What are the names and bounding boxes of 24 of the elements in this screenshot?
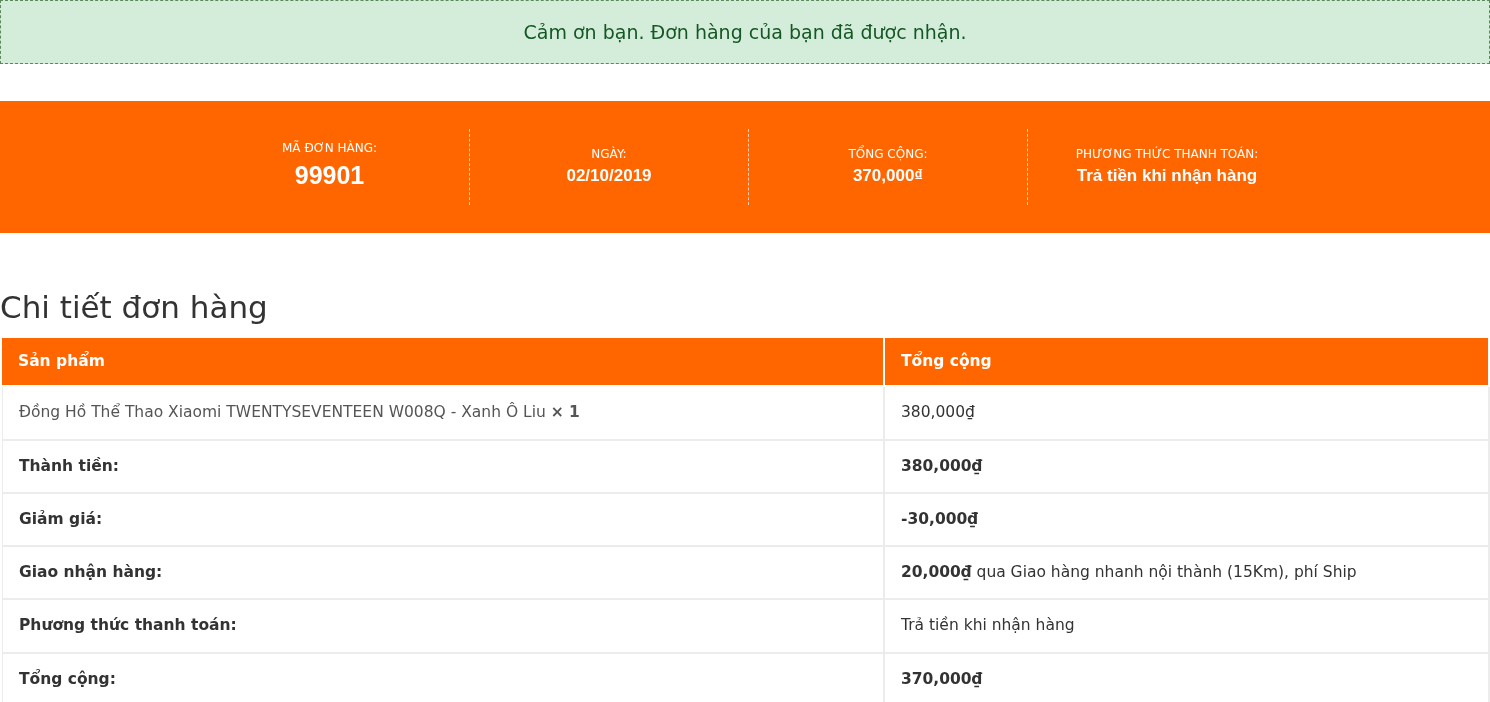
- summary-label: Giao nhận hàng:: [2, 547, 885, 601]
- overview-label: MÃ ĐƠN HÀNG:: [282, 139, 377, 158]
- amount-cell: 370,000₫: [885, 653, 1490, 702]
- amount-cell: 380,000₫: [885, 440, 1490, 494]
- amount-cell: Trả tiền khi nhận hàng: [885, 600, 1490, 654]
- overview-label: NGÀY:: [591, 145, 627, 164]
- order-received-notice: Cảm ơn bạn. Đơn hàng của bạn đã được nhận.: [0, 0, 1490, 64]
- summary-label: Giảm giá:: [2, 493, 885, 548]
- amount-cell: 20,000₫ qua Giao hàng nhanh nội thành (15Km), phí Ship: [885, 547, 1490, 601]
- summary-label: Phương thức thanh toán:: [2, 600, 885, 654]
- product-cell: Đồng Hồ Thể Thao Xiaomi TWENTYSEVENTEEN W008Q - Xanh Ô Liu × 1: [2, 387, 885, 441]
- overview-value: 99901: [294, 160, 365, 192]
- column-header: Sản phẩm: [2, 336, 885, 388]
- overview-value: Trả tiền khi nhận hàng: [1076, 165, 1258, 188]
- amount-cell: -30,000₫: [885, 493, 1490, 548]
- column-header: Tổng cộng: [885, 336, 1490, 388]
- overview-value: 370,000₫: [852, 165, 924, 188]
- overview-label: PHƯƠNG THỨC THANH TOÁN:: [1075, 145, 1259, 164]
- summary-label: Thành tiền:: [2, 440, 885, 494]
- overview-value: 02/10/2019: [566, 165, 652, 188]
- amount-cell: 380,000₫: [885, 387, 1490, 441]
- overview-label: TỔNG CỘNG:: [848, 145, 928, 164]
- order-details-heading: Chi tiết đơn hàng: [0, 289, 269, 327]
- summary-label: Tổng cộng:: [2, 653, 885, 702]
